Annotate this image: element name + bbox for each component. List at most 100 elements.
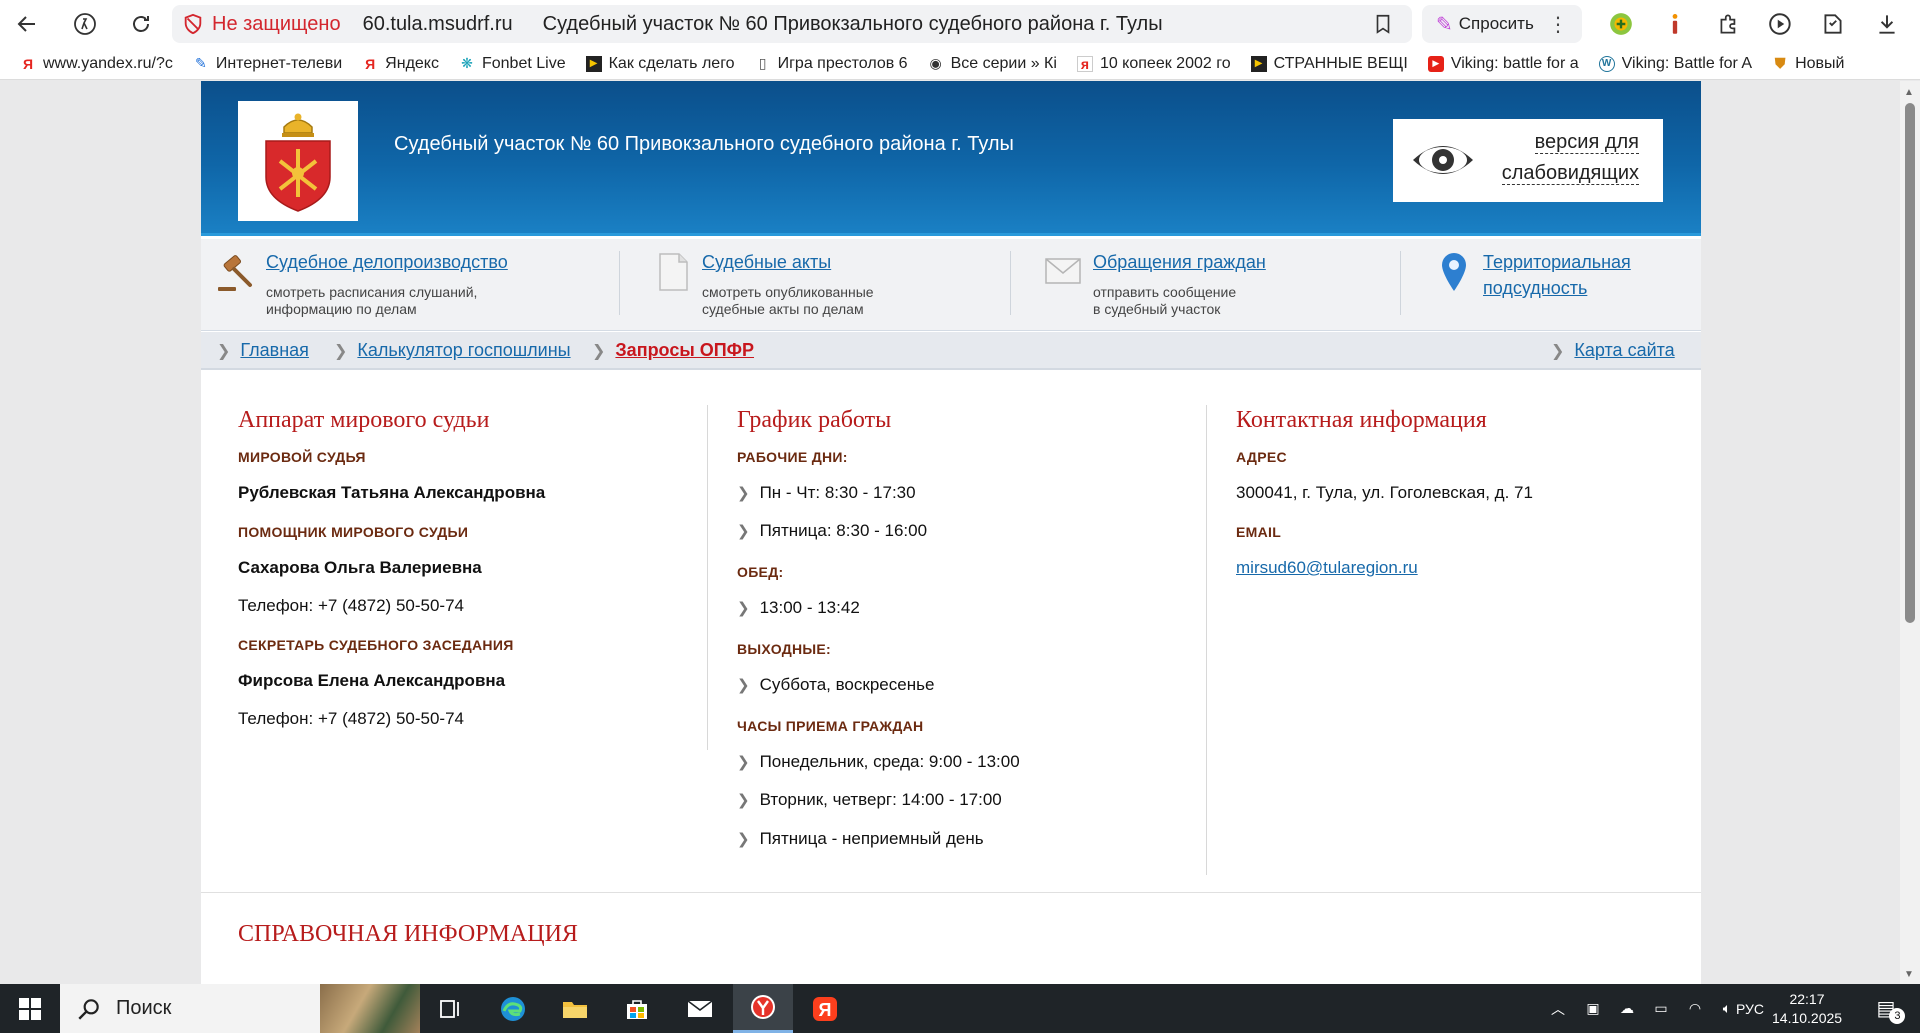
page-scrollbar[interactable]: ▲ ▼ [1900, 81, 1920, 984]
tray-battery-icon[interactable]: ▭ [1644, 984, 1678, 1033]
bookmark-item[interactable]: ▶ Viking: battle for a [1427, 55, 1579, 73]
chevron-right-icon: ❯ [592, 342, 606, 360]
more-vertical-icon[interactable]: ⋮ [1548, 12, 1568, 37]
svg-text:Я: Я [819, 1000, 832, 1020]
quick-link-citizen-appeals[interactable]: Обращения граждан отправить сообщение в с… [1043, 249, 1373, 321]
collections-icon [1824, 14, 1842, 34]
quick-link-desc: смотреть расписания слушаний, информацию … [266, 284, 478, 317]
bookmark-item[interactable]: ▯ Игра престолов 6 [755, 55, 908, 73]
search-placeholder: Поиск [116, 997, 172, 1019]
youtube-icon: ▶ [1427, 55, 1444, 72]
scroll-thumb[interactable] [1905, 103, 1915, 623]
security-status[interactable]: Не защищено [212, 13, 341, 36]
bookmark-item[interactable]: ✎ Интернет-телеви [193, 55, 342, 73]
bookmark-item[interactable]: ◉ Все серии » Кі [928, 55, 1056, 73]
tray-cloud-icon[interactable]: ☁ [1610, 984, 1644, 1033]
breadcrumb-item-opfr-requests[interactable]: ❯ Запросы ОПФР [592, 340, 754, 361]
ask-label: Спросить [1458, 14, 1534, 33]
store-icon [627, 999, 647, 1019]
weekend-label: ВЫХОДНЫЕ: [737, 641, 831, 657]
bookmark-item[interactable]: Я Яндекс [362, 55, 439, 73]
address-bar[interactable]: Не защищено 60.tula.msudrf.ru Судебный у… [172, 5, 1412, 43]
bookmark-item[interactable]: ▶ СТРАННЫЕ ВЕЩІ [1250, 55, 1408, 73]
ask-ai-button[interactable]: ✎ Спросить ⋮ [1422, 5, 1582, 43]
quick-link-court-acts[interactable]: Судебные акты смотреть опубликованные суд… [652, 249, 982, 321]
quick-link-desc: смотреть опубликованные судебные акты по … [702, 284, 874, 317]
extension-green-button[interactable] [1606, 9, 1636, 39]
yandex-home-button[interactable] [62, 1, 108, 47]
bookmark-item[interactable]: я 10 копеек 2002 го [1076, 55, 1231, 73]
section-divider [201, 892, 1701, 893]
extensions-button[interactable] [1714, 9, 1744, 39]
column-separator [1206, 405, 1207, 875]
yandex-icon: Я [365, 55, 376, 72]
collections-button[interactable] [1818, 9, 1848, 39]
back-button[interactable] [4, 1, 50, 47]
task-view-button[interactable] [420, 984, 480, 1033]
quick-link-title[interactable]: Судебное делопроизводство [266, 249, 508, 275]
taskbar-clock[interactable]: 22:17 14.10.2025 [1772, 990, 1842, 1028]
tray-wifi-icon[interactable]: ◠ [1678, 984, 1712, 1033]
plus-circle-icon [1610, 13, 1632, 35]
breadcrumb-item-fee-calculator[interactable]: ❯ Калькулятор госпошлины [334, 340, 571, 361]
envelope-icon [1045, 258, 1081, 284]
judge-name: Рублевская Татьяна Александровна [238, 483, 546, 502]
breadcrumb-item-sitemap[interactable]: ❯ Карта сайта [1551, 340, 1675, 361]
reload-icon [133, 16, 149, 32]
taskbar-file-explorer[interactable] [545, 984, 605, 1033]
quick-link-title[interactable]: Обращения граждан [1093, 249, 1266, 275]
bookmarks-bar: Яwww.yandex.ru/?c ✎ Интернет-телеви Я Янде… [0, 48, 1920, 80]
quick-link-territorial-jurisdiction[interactable]: Территориальная подсудность [1433, 249, 1693, 321]
bookmark-item[interactable]: ⛊ Новый [1772, 55, 1845, 73]
taskbar-edge[interactable] [483, 984, 543, 1033]
url-text[interactable]: 60.tula.msudrf.ru [363, 13, 513, 36]
taskbar-search[interactable]: Поиск [60, 984, 420, 1033]
tray-device-icon[interactable]: ▣ [1576, 984, 1610, 1033]
taskbar-store[interactable] [607, 984, 667, 1033]
downloads-button[interactable] [1872, 9, 1902, 39]
notifications-button[interactable]: ▤ 3 [1866, 984, 1916, 1033]
media-button[interactable] [1766, 9, 1796, 39]
email-link[interactable]: mirsud60@tularegion.ru [1236, 558, 1418, 577]
bookmark-item[interactable]: Яwww.yandex.ru/?c [20, 55, 173, 73]
contacts-column: Контактная информация АДРЕС 300041, г. Т… [1236, 405, 1676, 875]
yandex-circle-icon [74, 13, 96, 35]
tray-overflow-icon[interactable]: ︿ [1540, 984, 1576, 1033]
tray-language[interactable]: РУС [1728, 984, 1772, 1033]
notification-count: 3 [1889, 1007, 1906, 1024]
breadcrumb-item-home[interactable]: ❯ Главная [217, 340, 309, 361]
arrow-left-icon [17, 16, 35, 32]
folder-icon [563, 1001, 587, 1018]
bookmark-item[interactable]: ▶ Как сделать лего [585, 55, 735, 73]
list-item: ❯ Пятница - неприемный день [737, 829, 984, 848]
site-header: Судебный участок № 60 Привокзального суд… [201, 81, 1701, 236]
info-extension-button[interactable] [1660, 9, 1690, 39]
start-button[interactable] [0, 984, 60, 1033]
taskbar-yandex[interactable]: Я [795, 984, 855, 1033]
quick-links-bar: Судебное делопроизводство смотреть распи… [201, 239, 1701, 331]
lunch-label: ОБЕД: [737, 564, 784, 580]
reload-button[interactable] [118, 1, 164, 47]
windows-taskbar: Поиск Я ︿ ▣ ☁ ▭ ◠ 🔈︎ РУС 22:17 14.10.202… [0, 984, 1920, 1033]
quick-link-court-proceedings[interactable]: Судебное делопроизводство смотреть распи… [216, 249, 616, 321]
quick-link-title[interactable]: Судебные акты [702, 249, 831, 275]
quick-link-title[interactable]: Территориальная подсудность [1483, 249, 1631, 301]
clock-date: 14.10.2025 [1772, 1010, 1843, 1026]
doc-icon: ▯ [758, 55, 767, 71]
taskbar-mail[interactable] [670, 984, 730, 1033]
assistant-phone: Телефон: +7 (4872) 50-50-74 [238, 596, 464, 615]
shield-warning-icon [184, 13, 202, 35]
reception-label: ЧАСЫ ПРИЕМА ГРАЖДАН [737, 718, 924, 734]
workdays-label: РАБОЧИЕ ДНИ: [737, 449, 848, 465]
yandex-icon: Я [22, 55, 34, 72]
coat-of-arms-logo[interactable] [238, 101, 358, 221]
bookmark-item[interactable]: W Viking: Battle for A [1598, 55, 1752, 73]
taskbar-yandex-browser[interactable] [733, 984, 793, 1033]
address-value: 300041, г. Тула, ул. Гоголевская, д. 71 [1236, 483, 1533, 502]
low-vision-version-button[interactable]: версия для слабовидящих [1393, 119, 1663, 202]
bookmark-icon[interactable] [1372, 13, 1394, 35]
scroll-down-icon[interactable]: ▼ [1904, 969, 1914, 980]
bookmark-item[interactable]: ❋ Fonbet Live [459, 55, 565, 73]
scroll-up-icon[interactable]: ▲ [1904, 87, 1914, 98]
chevron-right-icon: ❯ [737, 792, 750, 809]
